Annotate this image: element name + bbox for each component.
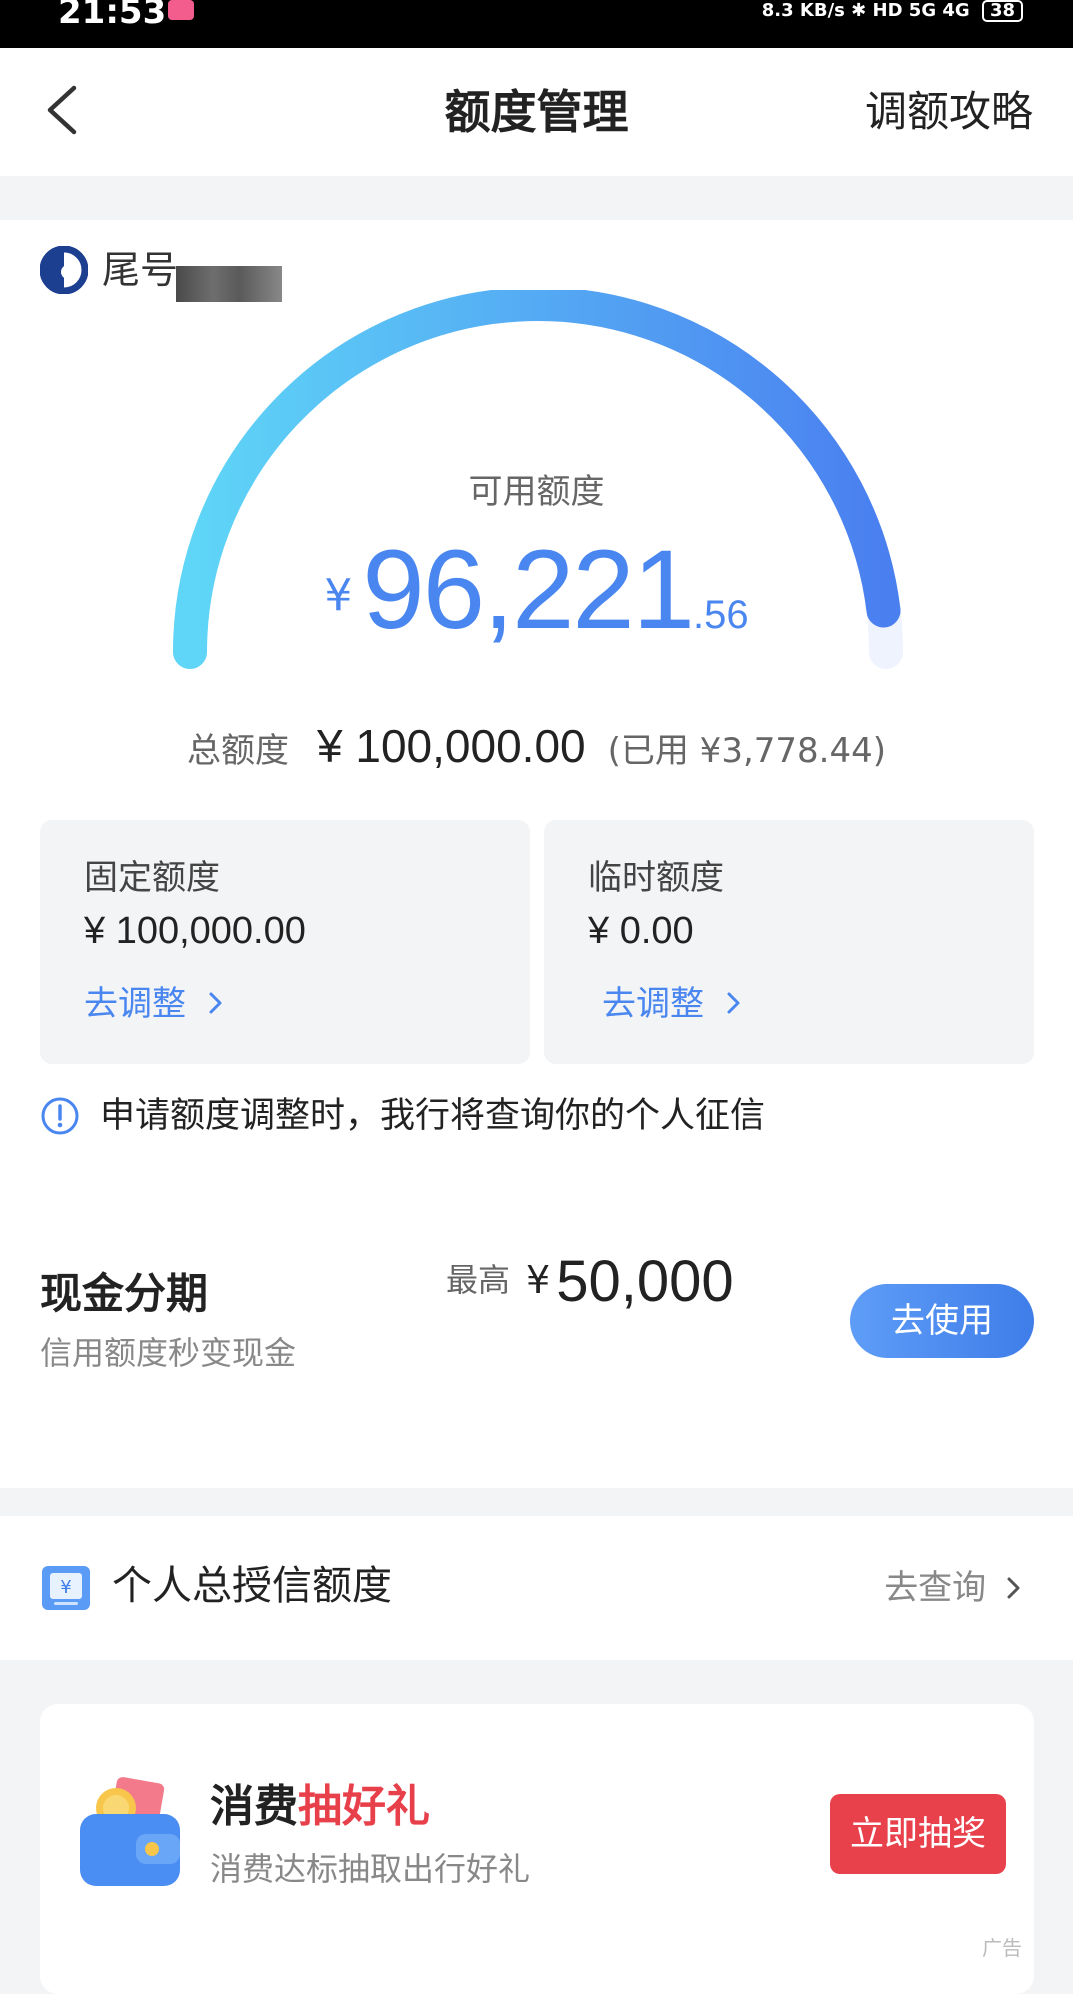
available-limit-label: 可用额度	[468, 472, 605, 512]
chevron-right-icon	[209, 992, 222, 1014]
available-integer: 96,221	[362, 527, 695, 652]
total-limit-label: 总额度	[187, 731, 290, 771]
temporary-limit-amount: ¥ 0.00	[588, 910, 694, 952]
promo-subtitle: 消费达标抽取出行好礼	[210, 1850, 531, 1888]
query-link-label: 去查询	[884, 1568, 987, 1608]
chevron-right-icon	[1007, 1577, 1020, 1599]
temporary-limit-box: 临时额度 ¥ 0.00 去调整	[544, 820, 1034, 1064]
card-tail-label: 尾号	[102, 248, 179, 292]
adjust-link-label: 去调整	[84, 984, 186, 1024]
personal-credit-title: 个人总授信额度	[112, 1563, 392, 1609]
available-limit-amount: ¥96,221.56	[0, 530, 1073, 650]
adjust-link-label: 去调整	[602, 984, 704, 1024]
cash-installment-subtitle: 信用额度秒变现金	[40, 1334, 297, 1372]
svg-text:¥: ¥	[60, 1577, 71, 1598]
adjust-temporary-limit-link[interactable]: 去调整	[602, 976, 745, 1025]
personal-credit-row[interactable]: ¥ 个人总授信额度 去查询	[0, 1516, 1073, 1660]
currency-symbol: ¥	[324, 570, 353, 621]
promo-title-main: 消费	[210, 1781, 298, 1832]
credit-report-icon: ¥	[40, 1562, 92, 1614]
use-cash-installment-button[interactable]: 去使用	[850, 1284, 1034, 1358]
signal-indicators: HD 5G 4G	[872, 0, 970, 21]
fixed-limit-title: 固定额度	[84, 858, 220, 898]
status-indicators: 8.3 KB/s ✱ HD 5G 4G 38	[762, 0, 1023, 22]
bluetooth-icon: ✱	[851, 0, 867, 21]
max-currency: ¥	[526, 1258, 551, 1302]
battery-icon: 38	[981, 0, 1023, 22]
credit-limit-card: 尾号 可用额度 ¥96,221.56 总额度 ¥ 100,000.00 (已用 ¥3…	[0, 220, 1073, 1488]
wallet-gift-icon	[76, 1774, 188, 1890]
credit-check-notice: 申请额度调整时，我行将查询你的个人征信	[100, 1096, 766, 1136]
used-amount-note: (已用 ¥3,778.44)	[607, 731, 886, 771]
promo-title-highlight: 抽好礼	[298, 1781, 430, 1832]
promo-title: 消费抽好礼	[210, 1770, 430, 1834]
max-amount: 50,000	[556, 1249, 734, 1314]
fixed-limit-amount: ¥ 100,000.00	[84, 910, 306, 952]
adjust-fixed-limit-link[interactable]: 去调整	[84, 976, 227, 1025]
limit-guide-link[interactable]: 调额攻略	[865, 84, 1033, 140]
top-navigation-bar: 额度管理 调额攻略	[0, 48, 1073, 176]
cash-installment-title: 现金分期	[40, 1269, 209, 1318]
ad-label: 广告	[982, 1936, 1022, 1960]
max-label: 最高	[446, 1261, 511, 1299]
info-icon	[40, 1096, 80, 1136]
status-bar: 21:53 8.3 KB/s ✱ HD 5G 4G 38	[0, 0, 1073, 48]
total-limit-amount: ¥ 100,000.00	[317, 720, 586, 772]
network-speed: 8.3 KB/s	[761, 0, 845, 21]
total-limit-row: 总额度 ¥ 100,000.00 (已用 ¥3,778.44)	[0, 720, 1073, 783]
cash-installment-max: 最高 ¥50,000	[446, 1248, 734, 1315]
app-notification-icon	[168, 0, 194, 20]
chevron-right-icon	[727, 992, 740, 1014]
temporary-limit-title: 临时额度	[588, 858, 724, 898]
status-time: 21:53	[58, 0, 167, 32]
available-decimal: .56	[692, 593, 749, 637]
fixed-limit-box: 固定额度 ¥ 100,000.00 去调整	[40, 820, 530, 1064]
draw-now-button[interactable]: 立即抽奖	[830, 1794, 1006, 1874]
query-credit-link[interactable]: 去查询	[884, 1564, 1025, 1612]
bank-logo-icon	[39, 245, 89, 295]
promo-card[interactable]: 消费抽好礼 消费达标抽取出行好礼 立即抽奖 广告	[40, 1704, 1034, 1994]
